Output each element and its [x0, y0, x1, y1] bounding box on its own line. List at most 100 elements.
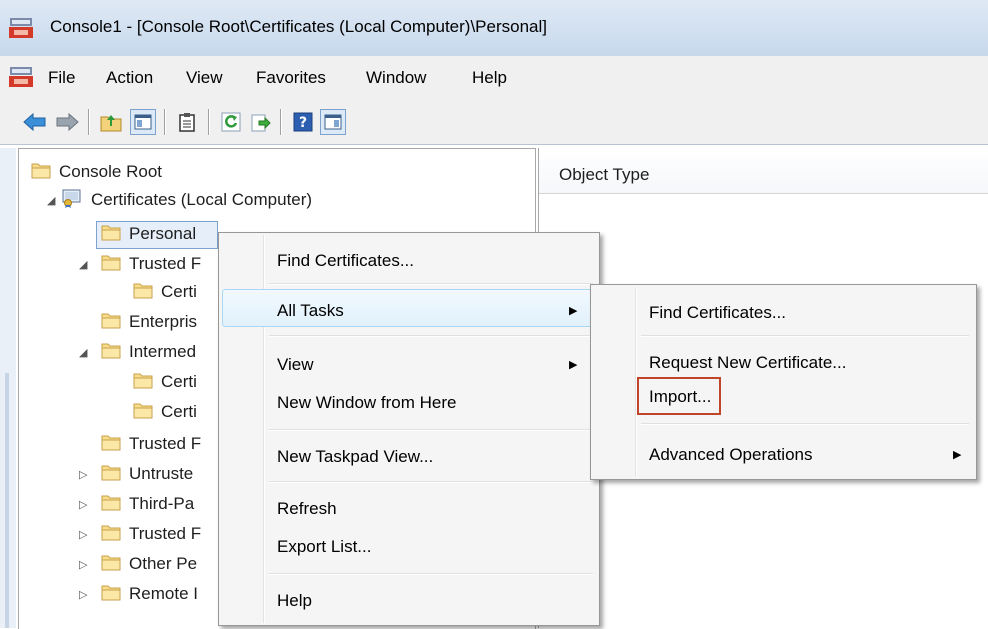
submenu-item-find-certificates[interactable]: Find Certificates...	[649, 303, 786, 323]
clipboard-icon[interactable]	[174, 109, 200, 135]
folder-icon	[31, 161, 51, 184]
submenu-item-advanced-operations[interactable]: Advanced Operations	[649, 445, 813, 465]
tree-node[interactable]: Certi	[133, 369, 197, 395]
tree-node-label: Intermed	[129, 342, 197, 361]
collapsed-triangle-icon[interactable]: ▷	[79, 588, 87, 601]
collapsed-triangle-icon[interactable]: ▷	[79, 558, 87, 571]
column-header-object-type[interactable]: Object Type	[539, 148, 988, 194]
tree-node[interactable]: Certi	[133, 279, 197, 305]
tree-node-label: Certificates (Local Computer)	[91, 190, 313, 209]
folder-icon	[133, 401, 153, 424]
toolbar-separator	[280, 109, 282, 135]
folder-icon	[133, 371, 153, 394]
menu-separator	[269, 283, 593, 285]
tree-node-label: Untruste	[129, 464, 194, 483]
folder-icon	[101, 223, 121, 246]
menu-help[interactable]: Help	[472, 68, 507, 88]
help-icon[interactable]: ?	[290, 109, 316, 135]
tree-node-label: Trusted F	[129, 524, 202, 543]
folder-icon	[101, 253, 121, 276]
menu-file[interactable]: File	[48, 68, 75, 88]
up-folder-icon[interactable]	[98, 109, 124, 135]
toolbar: ?	[0, 100, 988, 145]
toolbar-separator	[208, 109, 210, 135]
tree-node[interactable]: Trusted F	[101, 521, 201, 547]
menu-item-new-taskpad-view[interactable]: New Taskpad View...	[277, 447, 433, 467]
menu-item-all-tasks[interactable]: All Tasks	[277, 301, 344, 321]
tree-node[interactable]: Untruste	[101, 461, 193, 487]
title-bar: Console1 - [Console Root\Certificates (L…	[0, 0, 988, 56]
left-gutter	[0, 148, 16, 628]
collapsed-triangle-icon[interactable]: ▷	[79, 528, 87, 541]
tree-node[interactable]: Personal	[101, 221, 196, 247]
tree-node-label: Remote I	[129, 584, 198, 603]
tree-node[interactable]: Certi	[133, 399, 197, 425]
folder-icon	[101, 433, 121, 456]
menu-separator	[641, 335, 969, 337]
tree-node-label: Trusted F	[129, 434, 202, 453]
tree-node[interactable]: Console Root	[31, 159, 162, 185]
tree-node-label: Trusted F	[129, 254, 202, 273]
column-header-label: Object Type	[559, 165, 650, 184]
mmc-app-icon	[8, 16, 34, 45]
tree-node-label: Other Pe	[129, 554, 198, 573]
submenu-item-request-new-certificate[interactable]: Request New Certificate...	[649, 353, 846, 373]
tree-node-label: Console Root	[59, 162, 163, 181]
mmc-menu-icon[interactable]	[8, 65, 34, 94]
tree-node-label: Certi	[161, 372, 197, 391]
tree-node[interactable]: Third-Pa	[101, 491, 194, 517]
tree-node[interactable]: Remote I	[101, 581, 198, 607]
tree-node[interactable]: Intermed	[101, 339, 196, 365]
menu-view[interactable]: View	[186, 68, 223, 88]
tree-node-label: Certi	[161, 282, 197, 301]
tree-node[interactable]: Trusted F	[101, 251, 201, 277]
certificate-store-icon	[61, 188, 83, 213]
show-hide-console-tree-icon[interactable]	[130, 109, 156, 135]
menu-item-export-list[interactable]: Export List...	[277, 537, 371, 557]
show-hide-action-pane-icon[interactable]	[320, 109, 346, 135]
menu-separator	[269, 429, 593, 431]
folder-icon	[101, 311, 121, 334]
expanded-triangle-icon[interactable]: ◢	[79, 258, 87, 271]
refresh-icon[interactable]	[218, 109, 244, 135]
menu-item-view[interactable]: View	[277, 355, 314, 375]
menu-item-find-certificates[interactable]: Find Certificates...	[277, 251, 414, 271]
folder-icon	[101, 493, 121, 516]
svg-text:?: ?	[299, 115, 307, 131]
folder-icon	[101, 523, 121, 546]
tree-node-label: Enterpris	[129, 312, 198, 331]
window-title: Console1 - [Console Root\Certificates (L…	[50, 17, 548, 36]
toolbar-separator	[164, 109, 166, 135]
tree-node-label: Third-Pa	[129, 494, 195, 513]
menu-separator	[641, 423, 969, 425]
tree-node[interactable]: Trusted F	[101, 431, 201, 457]
forward-arrow-icon[interactable]	[54, 109, 80, 135]
submenu-item-import[interactable]: Import...	[649, 387, 711, 407]
menu-separator	[269, 481, 593, 483]
tree-node-label: Certi	[161, 402, 197, 421]
menu-item-new-window[interactable]: New Window from Here	[277, 393, 457, 413]
all-tasks-submenu: Find Certificates... Request New Certifi…	[590, 284, 977, 480]
menu-window[interactable]: Window	[366, 68, 426, 88]
expanded-triangle-icon[interactable]: ◢	[79, 346, 87, 359]
menu-separator	[269, 573, 593, 575]
collapsed-triangle-icon[interactable]: ▷	[79, 498, 87, 511]
back-arrow-icon[interactable]	[22, 109, 48, 135]
tree-node-label: Personal	[129, 224, 197, 243]
menu-item-refresh[interactable]: Refresh	[277, 499, 337, 519]
folder-icon	[101, 553, 121, 576]
menu-favorites[interactable]: Favorites	[256, 68, 326, 88]
collapsed-triangle-icon[interactable]: ▷	[79, 468, 87, 481]
tree-node[interactable]: Certificates (Local Computer)	[61, 187, 312, 213]
expanded-triangle-icon[interactable]: ◢	[47, 194, 55, 207]
tree-node[interactable]: Enterpris	[101, 309, 197, 335]
gutter-scroll-indicator	[5, 373, 9, 628]
export-list-icon[interactable]	[248, 109, 274, 135]
tree-node[interactable]: Other Pe	[101, 551, 197, 577]
menu-separator	[269, 335, 593, 337]
folder-icon	[101, 341, 121, 364]
menu-item-help[interactable]: Help	[277, 591, 312, 611]
submenu-arrow-icon: ▶	[953, 449, 962, 461]
menu-bar: File Action View Favorites Window Help	[0, 56, 988, 101]
menu-action[interactable]: Action	[106, 68, 153, 88]
